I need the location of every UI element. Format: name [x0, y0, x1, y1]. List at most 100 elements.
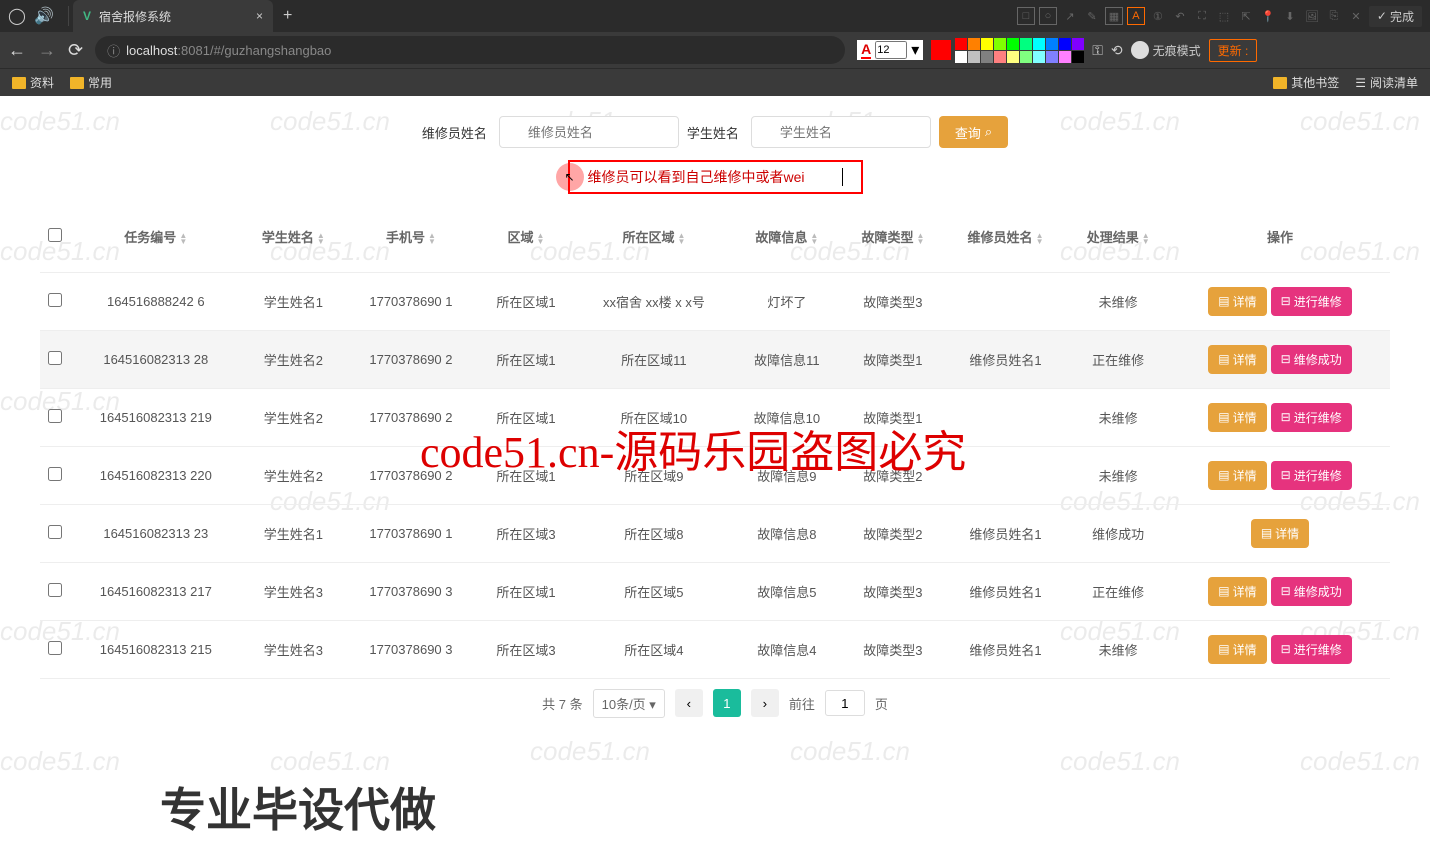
action-button[interactable]: ⊟进行维修 — [1271, 403, 1352, 432]
action-button[interactable]: ⊟维修成功 — [1271, 345, 1352, 374]
color-swatch[interactable] — [981, 51, 993, 63]
column-header[interactable]: 维修员姓名▲▼ — [945, 202, 1067, 272]
bookmark-item[interactable]: 常用 — [70, 74, 112, 91]
url-input[interactable]: ⓘ localhost :8081/#/guzhangshangbao — [95, 36, 845, 64]
sort-icon[interactable]: ▲▼ — [179, 233, 187, 245]
column-header[interactable]: 操作 — [1170, 202, 1390, 272]
undo-icon[interactable]: ↶ — [1171, 7, 1189, 25]
color-swatch[interactable] — [1033, 51, 1045, 63]
column-header[interactable]: 处理结果▲▼ — [1066, 202, 1170, 272]
search-input-student[interactable] — [751, 116, 931, 148]
sync-icon[interactable]: ⟲ — [1111, 42, 1123, 59]
info-icon[interactable]: ⓘ — [107, 41, 120, 60]
next-page-button[interactable]: › — [751, 689, 779, 717]
circle-tool-icon[interactable]: ○ — [1039, 7, 1057, 25]
sound-icon[interactable]: 🔊 — [34, 6, 52, 26]
column-header[interactable]: 故障信息▲▼ — [733, 202, 842, 272]
page-number-button[interactable]: 1 — [713, 689, 741, 717]
bookmark-item[interactable]: 其他书签 — [1273, 74, 1339, 91]
sort-icon[interactable]: ▲▼ — [677, 233, 685, 245]
key-icon[interactable]: ⚿ — [1092, 42, 1103, 59]
image-icon[interactable]: 🖼 — [1303, 7, 1321, 25]
download-icon[interactable]: ⬇ — [1281, 7, 1299, 25]
row-checkbox[interactable] — [48, 293, 62, 307]
search-input-worker[interactable] — [499, 116, 679, 148]
sort-icon[interactable]: ▲▼ — [428, 233, 436, 245]
text-tool-icon[interactable]: A — [1127, 7, 1145, 25]
ocr-icon[interactable]: ⬚ — [1215, 7, 1233, 25]
share-icon[interactable]: ⇱ — [1237, 7, 1255, 25]
row-checkbox[interactable] — [48, 351, 62, 365]
color-swatch[interactable] — [1020, 38, 1032, 50]
color-swatch[interactable] — [1072, 38, 1084, 50]
color-swatch[interactable] — [955, 38, 967, 50]
sort-icon[interactable]: ▲▼ — [810, 233, 818, 245]
action-button[interactable]: ⊟进行维修 — [1271, 635, 1352, 664]
column-header[interactable]: 学生姓名▲▼ — [242, 202, 346, 272]
annotation-textbox[interactable]: ↖ 维修员可以看到自己维修中或者wei — [568, 160, 863, 194]
color-swatch[interactable] — [1007, 38, 1019, 50]
font-color-icon[interactable]: A — [861, 41, 871, 59]
arrow-tool-icon[interactable]: ↗ — [1061, 7, 1079, 25]
color-swatch[interactable] — [1020, 51, 1032, 63]
query-button[interactable]: 查询⌕ — [939, 116, 1008, 148]
prev-page-button[interactable]: ‹ — [675, 689, 703, 717]
pen-tool-icon[interactable]: ✎ — [1083, 7, 1101, 25]
selected-color[interactable] — [931, 40, 951, 60]
action-button[interactable]: ▤详情 — [1208, 403, 1266, 432]
row-checkbox[interactable] — [48, 525, 62, 539]
select-all-checkbox[interactable] — [48, 228, 62, 242]
dropdown-icon[interactable]: ▾ — [911, 40, 919, 60]
sort-icon[interactable]: ▲▼ — [317, 233, 325, 245]
sort-icon[interactable]: ▲▼ — [1036, 233, 1044, 245]
update-button[interactable]: 更新 : — [1209, 39, 1258, 62]
column-header[interactable]: 所在区域▲▼ — [575, 202, 732, 272]
font-size-input[interactable] — [875, 41, 907, 59]
rect-tool-icon[interactable]: □ — [1017, 7, 1035, 25]
new-tab-button[interactable]: + — [283, 7, 292, 25]
counter-tool-icon[interactable]: ① — [1149, 7, 1167, 25]
sort-icon[interactable]: ▲▼ — [916, 233, 924, 245]
color-swatch[interactable] — [968, 38, 980, 50]
action-button[interactable]: ⊟维修成功 — [1271, 577, 1352, 606]
color-swatch[interactable] — [1059, 38, 1071, 50]
row-checkbox[interactable] — [48, 641, 62, 655]
globe-icon[interactable]: ◯ — [8, 7, 26, 25]
pin-icon[interactable]: 📍 — [1259, 7, 1277, 25]
row-checkbox[interactable] — [48, 409, 62, 423]
row-checkbox[interactable] — [48, 467, 62, 481]
column-header[interactable]: 故障类型▲▼ — [841, 202, 945, 272]
goto-page-input[interactable] — [825, 690, 865, 716]
color-swatch[interactable] — [994, 38, 1006, 50]
color-swatch[interactable] — [955, 51, 967, 63]
action-button[interactable]: ▤详情 — [1208, 287, 1266, 316]
action-button[interactable]: ▤详情 — [1208, 461, 1266, 490]
column-header[interactable]: 手机号▲▼ — [345, 202, 477, 272]
color-swatch[interactable] — [1033, 38, 1045, 50]
sort-icon[interactable]: ▲▼ — [537, 233, 545, 245]
mosaic-tool-icon[interactable]: ▦ — [1105, 7, 1123, 25]
font-picker[interactable]: A ▾ — [857, 40, 923, 60]
color-swatch[interactable] — [1046, 38, 1058, 50]
page-size-select[interactable]: 10条/页 ▾ — [593, 689, 665, 718]
action-button[interactable]: ▤详情 — [1208, 345, 1266, 374]
action-button[interactable]: ⊟进行维修 — [1271, 287, 1352, 316]
action-button[interactable]: ▤详情 — [1251, 519, 1309, 548]
column-header[interactable]: 任务编号▲▼ — [70, 202, 242, 272]
color-palette[interactable] — [955, 38, 1084, 63]
sort-icon[interactable]: ▲▼ — [1142, 233, 1150, 245]
browser-tab[interactable]: V 宿舍报修系统 × — [73, 0, 273, 32]
bookmark-item[interactable]: 资料 — [12, 74, 54, 91]
action-button[interactable]: ▤详情 — [1208, 635, 1266, 664]
incognito-badge[interactable]: 无痕模式 — [1131, 41, 1201, 59]
close-toolbar-icon[interactable]: ✕ — [1347, 7, 1365, 25]
color-swatch[interactable] — [968, 51, 980, 63]
color-swatch[interactable] — [994, 51, 1006, 63]
reload-button[interactable]: ⟳ — [68, 40, 83, 61]
copy-icon[interactable]: ⎘ — [1325, 7, 1343, 25]
row-checkbox[interactable] — [48, 583, 62, 597]
color-swatch[interactable] — [1007, 51, 1019, 63]
column-header[interactable]: 区域▲▼ — [477, 202, 575, 272]
reading-list[interactable]: ☰阅读清单 — [1355, 74, 1418, 91]
color-swatch[interactable] — [981, 38, 993, 50]
